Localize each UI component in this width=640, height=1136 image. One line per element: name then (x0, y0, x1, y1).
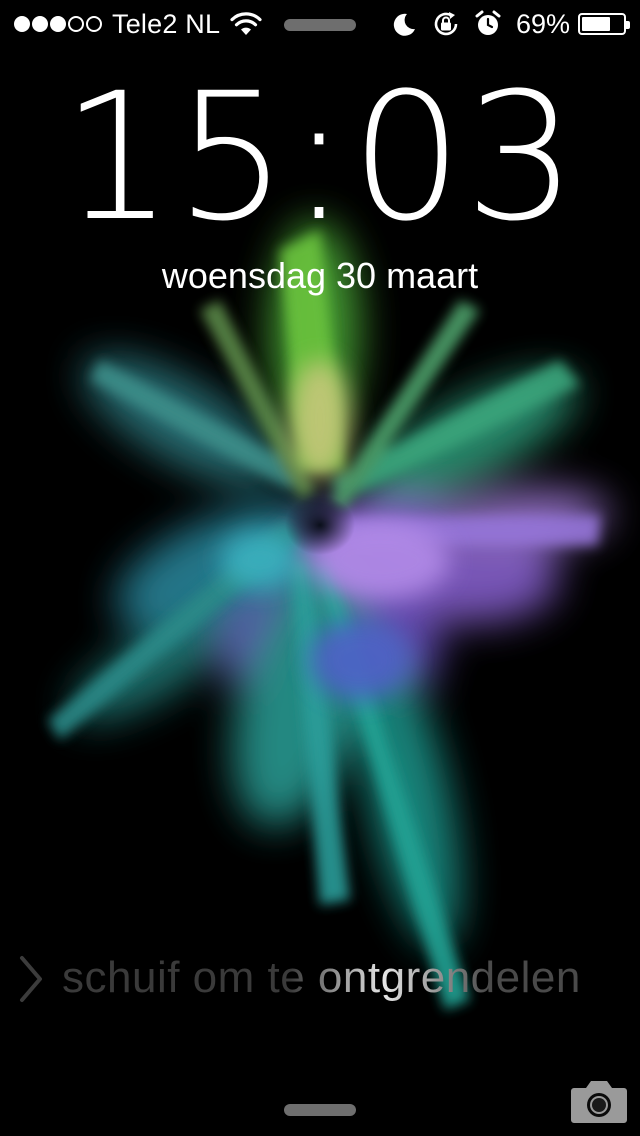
battery-level-fill (582, 17, 610, 31)
signal-dot-empty (68, 16, 84, 32)
signal-dot-filled (50, 16, 66, 32)
battery-percentage: 69% (515, 9, 570, 39)
slide-to-unlock[interactable]: schuif om te ontgrendelen (0, 944, 640, 1014)
battery-terminal (626, 21, 630, 29)
lockscreen-date: woensdag 30 maart (161, 255, 479, 296)
orientation-lock-icon (434, 12, 458, 36)
signal-dot-filled (14, 16, 30, 32)
chevron-right-icon[interactable] (16, 954, 46, 1004)
status-left: Tele2 NL (14, 0, 262, 48)
lockscreen-time: 15:03 (61, 55, 579, 260)
carrier-name: Tele2 NL (112, 9, 221, 39)
control-center-handle[interactable] (284, 1104, 356, 1116)
alarm-icon (475, 10, 501, 35)
signal-dot-filled (32, 16, 48, 32)
status-right: 69% (390, 0, 630, 48)
wifi-icon (230, 12, 262, 35)
signal-dot-empty (86, 16, 102, 32)
lock-screen: Tele2 NL 69% 15:03 woensdag 30 maart sch… (0, 0, 640, 1136)
unlock-label: schuif om te ontgrendelen (62, 948, 581, 1008)
status-bar: Tele2 NL 69% (0, 0, 640, 48)
camera-icon[interactable] (570, 1078, 628, 1124)
moon-icon (393, 13, 415, 36)
notification-center-handle[interactable] (284, 19, 356, 31)
signal-strength-icon (14, 16, 104, 32)
battery-icon (578, 13, 630, 35)
